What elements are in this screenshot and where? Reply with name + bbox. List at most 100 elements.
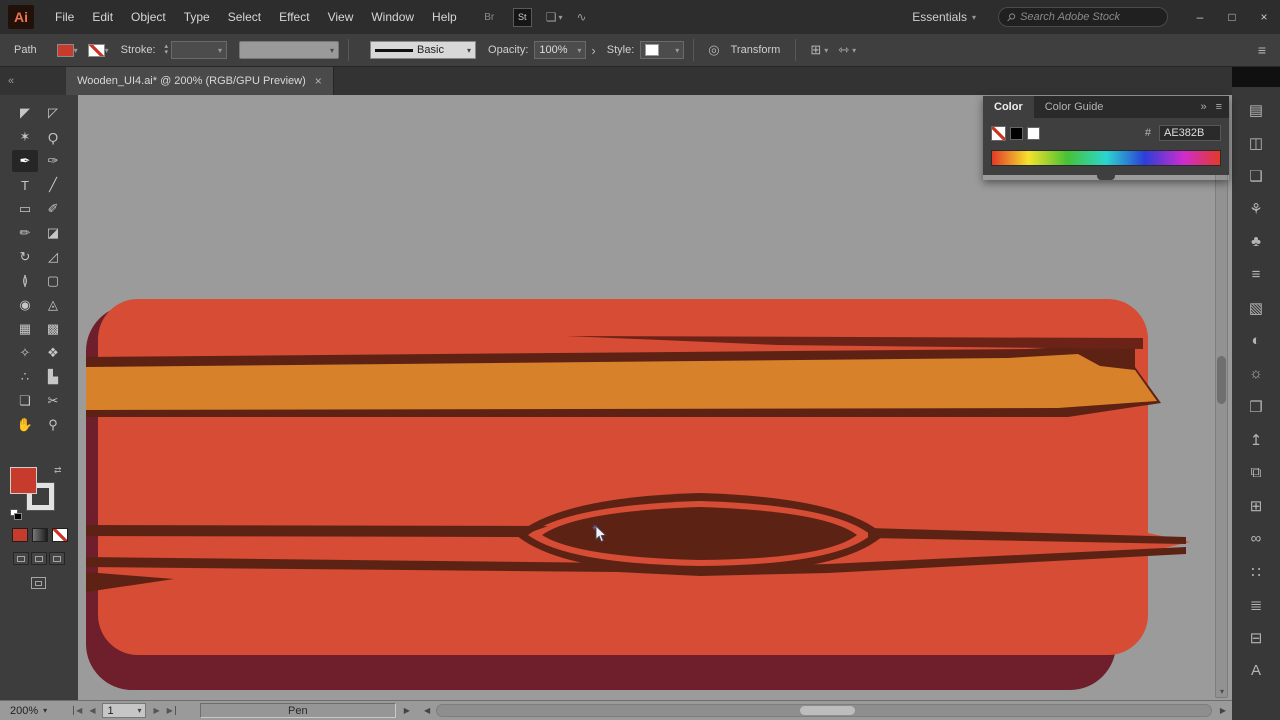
stroke-weight-stepper[interactable]: ▴ ▾ xyxy=(165,43,169,56)
first-artboard-icon[interactable]: ◀ xyxy=(73,706,82,715)
vertical-scrollbar-thumb[interactable] xyxy=(1217,356,1226,404)
fill-dropdown-icon[interactable]: ▾ xyxy=(74,46,78,55)
color-button[interactable] xyxy=(12,528,28,542)
dock-header[interactable] xyxy=(1232,67,1280,87)
document-tab[interactable]: Wooden_UI4.ai* @ 200% (RGB/GPU Preview) … xyxy=(66,67,334,95)
pathfinder-panel-icon[interactable]: ⊟ xyxy=(1232,621,1280,654)
mesh-tool[interactable]: ▦ xyxy=(12,318,38,340)
none-button[interactable] xyxy=(52,528,68,542)
previous-artboard-icon[interactable]: ◀ xyxy=(89,706,95,715)
direct-selection-tool[interactable]: ◸ xyxy=(40,102,66,124)
draw-inside-button[interactable] xyxy=(49,552,65,565)
stroke-dropdown-icon[interactable]: ▾ xyxy=(105,46,109,55)
lasso-tool[interactable]: Ϙ xyxy=(40,126,66,148)
scroll-down-icon[interactable]: ▾ xyxy=(1217,687,1227,696)
brushes-panel-icon[interactable]: ⚘ xyxy=(1232,192,1280,225)
graphic-style-dropdown[interactable]: ▾ xyxy=(640,41,685,59)
gradient-tool[interactable]: ▩ xyxy=(40,318,66,340)
stroke-color-swatch[interactable] xyxy=(87,43,105,57)
menu-file[interactable]: File xyxy=(46,0,83,34)
line-segment-tool[interactable]: ╱ xyxy=(40,174,66,196)
artboards-panel-icon[interactable]: ⊞ xyxy=(1232,489,1280,522)
brush-definition-dropdown[interactable]: Basic ▾ xyxy=(370,41,477,59)
blend-tool[interactable]: ❖ xyxy=(40,342,66,364)
panel-menu-icon[interactable]: ≡ xyxy=(1216,101,1222,113)
close-button[interactable]: × xyxy=(1248,0,1280,34)
restore-button[interactable]: □ xyxy=(1216,0,1248,34)
paintbrush-tool[interactable]: ✐ xyxy=(40,198,66,220)
white-swatch[interactable] xyxy=(1027,126,1040,140)
libraries-panel-icon[interactable]: ▤ xyxy=(1232,93,1280,126)
transform-label[interactable]: Transform xyxy=(731,44,781,56)
stroke-panel-icon[interactable]: ≡ xyxy=(1232,258,1280,291)
transparency-panel-icon[interactable]: ◐ xyxy=(1232,324,1280,357)
stroke-weight-dropdown[interactable]: ▾ xyxy=(171,41,228,59)
default-fill-stroke-icon[interactable] xyxy=(10,509,22,521)
draw-normal-button[interactable] xyxy=(13,552,29,565)
magic-wand-tool[interactable]: ✶ xyxy=(12,126,38,148)
align-panel-icon[interactable]: ≣ xyxy=(1232,588,1280,621)
left-streak-shape[interactable] xyxy=(86,525,548,537)
menu-type[interactable]: Type xyxy=(175,0,219,34)
shape-builder-tool[interactable]: ◉ xyxy=(12,294,38,316)
width-tool[interactable]: ≬ xyxy=(12,270,38,292)
selection-tool[interactable]: ◤ xyxy=(12,102,38,124)
close-tab-icon[interactable]: × xyxy=(315,74,322,88)
export-panel-icon[interactable]: ↥ xyxy=(1232,423,1280,456)
tab-color-guide[interactable]: Color Guide xyxy=(1034,96,1115,118)
wooden-plank-artwork[interactable] xyxy=(78,95,1232,700)
control-panel-menu-icon[interactable]: ≡ xyxy=(1258,42,1266,58)
eraser-tool[interactable]: ◪ xyxy=(40,222,66,244)
free-transform-tool[interactable]: ▢ xyxy=(40,270,66,292)
zoom-dropdown[interactable]: 200% ▾ xyxy=(10,705,47,717)
horizontal-scrollbar-thumb[interactable] xyxy=(800,706,856,715)
artboard-number-dropdown[interactable]: 1 ▾ xyxy=(102,703,147,718)
black-swatch[interactable] xyxy=(1010,126,1023,140)
zoom-tool[interactable]: ⚲ xyxy=(40,414,66,436)
scale-tool[interactable]: ◿ xyxy=(40,246,66,268)
panel-resize-grip[interactable] xyxy=(1097,175,1115,180)
opacity-dropdown[interactable]: 100% ▾ xyxy=(534,41,587,59)
bridge-icon[interactable]: Br xyxy=(480,8,499,27)
fill-color-swatch[interactable] xyxy=(56,43,74,57)
menu-help[interactable]: Help xyxy=(423,0,466,34)
canvas[interactable]: ✳ ▾ xyxy=(78,95,1232,700)
layers-panel-icon[interactable]: ⧉ xyxy=(1232,456,1280,489)
gradient-button[interactable] xyxy=(32,528,48,542)
align-options-icon[interactable]: ⊞ ▾ xyxy=(810,42,828,58)
swap-fill-stroke-icon[interactable]: ⇄ xyxy=(54,465,62,476)
opacity-flyout-icon[interactable]: › xyxy=(591,43,595,58)
info-panel-icon[interactable]: ◫ xyxy=(1232,126,1280,159)
appearance-panel-icon[interactable]: ☼ xyxy=(1232,357,1280,390)
distribute-options-icon[interactable]: ⇿ ▾ xyxy=(838,42,856,58)
collapse-panel-icon[interactable]: » xyxy=(1200,101,1206,113)
artboard-tool[interactable]: ❏ xyxy=(12,390,38,412)
column-graph-tool[interactable]: ▙ xyxy=(40,366,66,388)
gradient-panel-icon[interactable]: ▧ xyxy=(1232,291,1280,324)
draw-behind-button[interactable] xyxy=(31,552,47,565)
tab-color[interactable]: Color xyxy=(983,96,1034,118)
graphic-styles-panel-icon[interactable]: ❒ xyxy=(1232,390,1280,423)
rotate-tool[interactable]: ↻ xyxy=(12,246,38,268)
next-artboard-icon[interactable]: ▶ xyxy=(153,706,159,715)
gpu-performance-icon[interactable]: ∿ xyxy=(577,10,587,24)
arrange-documents-icon[interactable]: ❏ ▾ xyxy=(546,10,563,24)
character-panel-icon[interactable]: A xyxy=(1232,654,1280,687)
menu-object[interactable]: Object xyxy=(122,0,175,34)
width-profile-dropdown[interactable]: ▾ xyxy=(239,41,340,59)
status-flyout-icon[interactable]: ▶ xyxy=(404,706,410,715)
horizontal-scrollbar[interactable] xyxy=(436,704,1212,717)
type-tool[interactable]: T xyxy=(12,174,38,196)
scroll-right-icon[interactable]: ▶ xyxy=(1220,706,1226,715)
hex-input[interactable] xyxy=(1159,125,1221,141)
menu-view[interactable]: View xyxy=(319,0,363,34)
collapse-panel-icon[interactable]: « xyxy=(8,75,14,87)
slice-tool[interactable]: ✂ xyxy=(40,390,66,412)
asset-export-panel-icon[interactable]: ❑ xyxy=(1232,159,1280,192)
menu-select[interactable]: Select xyxy=(219,0,270,34)
fill-proxy-swatch[interactable] xyxy=(10,467,37,494)
stock-search-input[interactable] xyxy=(1020,11,1146,23)
menu-window[interactable]: Window xyxy=(362,0,423,34)
scroll-left-icon[interactable]: ◀ xyxy=(424,706,430,715)
none-swatch[interactable] xyxy=(991,125,1006,141)
